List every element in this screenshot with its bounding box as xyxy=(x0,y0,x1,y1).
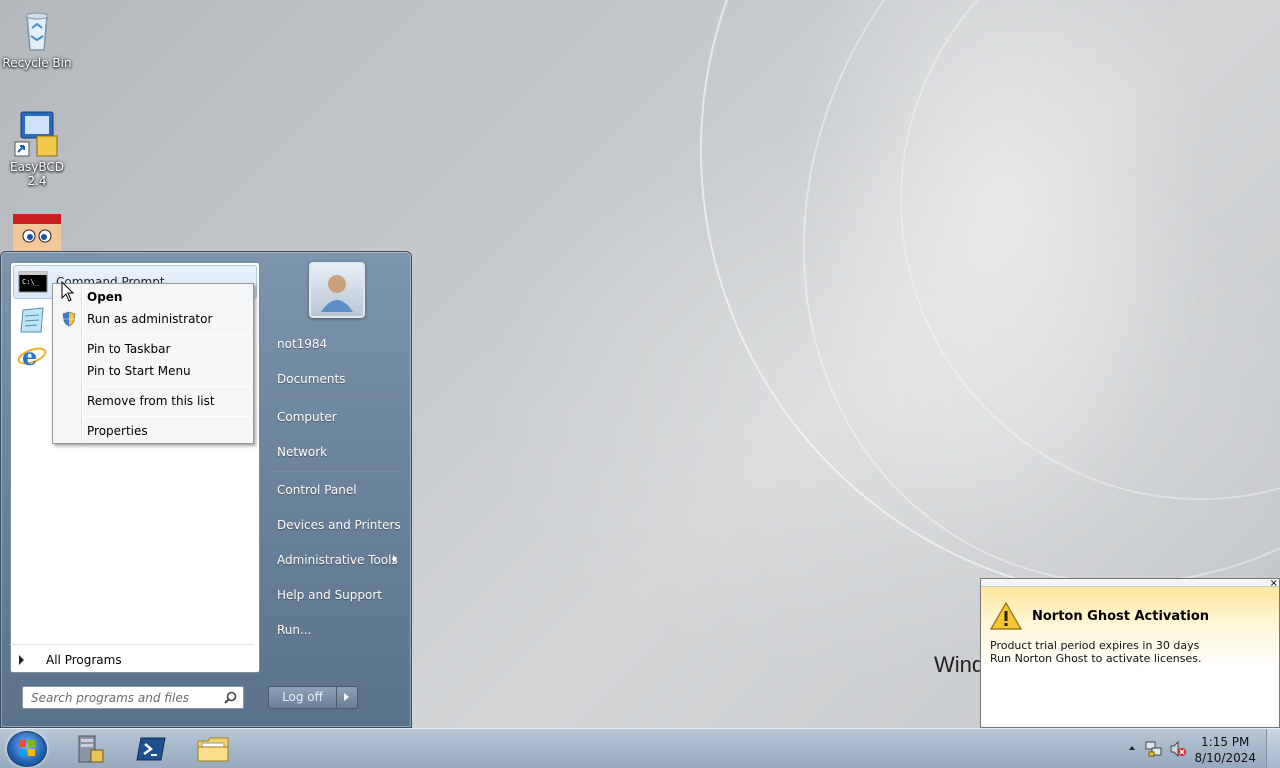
search-input[interactable]: Search programs and files xyxy=(22,686,244,709)
desktop-icon-label: Recycle Bin xyxy=(2,56,72,70)
start-network[interactable]: Network xyxy=(271,439,403,465)
separator xyxy=(83,416,251,417)
clock-date: 8/10/2024 xyxy=(1194,751,1256,765)
all-programs-label: All Programs xyxy=(46,652,122,667)
desktop-icon-easybcd[interactable]: EasyBCD 2.4 xyxy=(0,110,74,188)
notification-balloon[interactable]: × Norton Ghost Activation Product trial … xyxy=(980,578,1280,728)
recycle-bin-icon xyxy=(13,6,61,54)
taskbar: 1:15 PM 8/10/2024 xyxy=(0,728,1280,768)
start-administrative-tools[interactable]: Administrative Tools xyxy=(271,547,403,573)
start-run-label: Run... xyxy=(277,623,312,637)
chevron-right-icon xyxy=(19,654,24,665)
context-menu: Open Run as administrator Pin to Taskbar… xyxy=(52,283,254,444)
start-network-label: Network xyxy=(277,445,328,459)
separator xyxy=(83,386,251,387)
user-icon xyxy=(321,275,353,312)
server-manager-icon xyxy=(78,735,104,763)
taskbar-clock[interactable]: 1:15 PM 8/10/2024 xyxy=(1194,734,1256,766)
separator xyxy=(271,471,401,472)
desktop-icon-label: EasyBCD 2.4 xyxy=(10,160,64,188)
start-run[interactable]: Run... xyxy=(271,617,403,643)
internet-explorer-icon: e xyxy=(17,342,47,371)
powershell-icon xyxy=(136,737,166,761)
separator xyxy=(271,398,401,399)
show-hidden-icons-icon[interactable] xyxy=(1128,744,1136,752)
balloon-titlebar xyxy=(981,579,1279,587)
uac-shield-icon xyxy=(62,311,76,327)
windows-watermark: Wind xyxy=(934,652,985,677)
taskbar-server-manager[interactable] xyxy=(62,732,116,766)
clock-time: 1:15 PM xyxy=(1201,735,1250,749)
start-button[interactable] xyxy=(7,731,47,767)
warning-icon xyxy=(989,601,1023,630)
start-help-label: Help and Support xyxy=(277,588,382,602)
context-properties[interactable]: Properties xyxy=(55,420,251,442)
all-programs-button[interactable]: All Programs xyxy=(10,644,254,674)
taskbar-explorer[interactable] xyxy=(186,732,240,766)
logoff-button[interactable]: Log off xyxy=(269,687,337,708)
system-tray: 1:15 PM 8/10/2024 xyxy=(1120,729,1280,768)
svg-text:C:\_: C:\_ xyxy=(22,278,40,286)
start-help-support[interactable]: Help and Support xyxy=(271,582,403,608)
taskbar-powershell[interactable] xyxy=(124,732,178,766)
wallpaper-streak xyxy=(777,0,1280,623)
desktop-icon-recycle-bin[interactable]: Recycle Bin xyxy=(0,6,74,70)
start-admin-tools-label: Administrative Tools xyxy=(277,553,398,567)
search-placeholder: Search programs and files xyxy=(31,691,189,705)
start-control-panel-label: Control Panel xyxy=(277,483,357,497)
start-devices-label: Devices and Printers xyxy=(277,518,401,532)
start-computer[interactable]: Computer xyxy=(271,404,403,430)
start-control-panel[interactable]: Control Panel xyxy=(271,477,403,503)
start-devices-printers[interactable]: Devices and Printers xyxy=(271,512,403,538)
context-pin-taskbar[interactable]: Pin to Taskbar xyxy=(55,338,251,360)
start-documents-label: Documents xyxy=(277,372,346,386)
logoff-button-group: Log off xyxy=(268,686,358,709)
context-pin-start[interactable]: Pin to Start Menu xyxy=(55,360,251,382)
explorer-folder-icon xyxy=(197,737,229,762)
chevron-right-icon xyxy=(393,555,397,563)
start-user-label: not1984 xyxy=(277,337,328,351)
context-run-as-admin-label: Run as administrator xyxy=(87,312,213,326)
windows-logo-icon xyxy=(19,740,35,756)
command-prompt-icon: C:\_ xyxy=(18,268,48,296)
show-desktop-button[interactable] xyxy=(1266,729,1280,768)
user-avatar[interactable] xyxy=(309,262,365,318)
network-icon[interactable] xyxy=(1145,740,1163,758)
search-icon xyxy=(224,691,237,704)
context-remove[interactable]: Remove from this list xyxy=(55,390,251,412)
volume-muted-icon[interactable] xyxy=(1169,740,1187,758)
svg-text:e: e xyxy=(22,342,37,370)
easybcd-icon xyxy=(13,110,61,158)
separator xyxy=(83,334,251,335)
balloon-title: Norton Ghost Activation xyxy=(1032,609,1210,624)
close-icon[interactable]: × xyxy=(1270,579,1278,589)
shutdown-options-button[interactable] xyxy=(337,687,357,708)
notepad-icon xyxy=(17,306,47,334)
context-run-as-admin[interactable]: Run as administrator xyxy=(55,308,251,330)
balloon-message-line1: Product trial period expires in 30 days xyxy=(990,639,1200,652)
mouse-cursor-icon xyxy=(61,281,75,302)
start-computer-label: Computer xyxy=(277,410,337,424)
context-open[interactable]: Open xyxy=(55,286,251,308)
start-documents[interactable]: Documents xyxy=(271,366,403,392)
start-user-folder[interactable]: not1984 xyxy=(271,331,403,357)
balloon-message-line2: Run Norton Ghost to activate licenses. xyxy=(990,652,1202,665)
